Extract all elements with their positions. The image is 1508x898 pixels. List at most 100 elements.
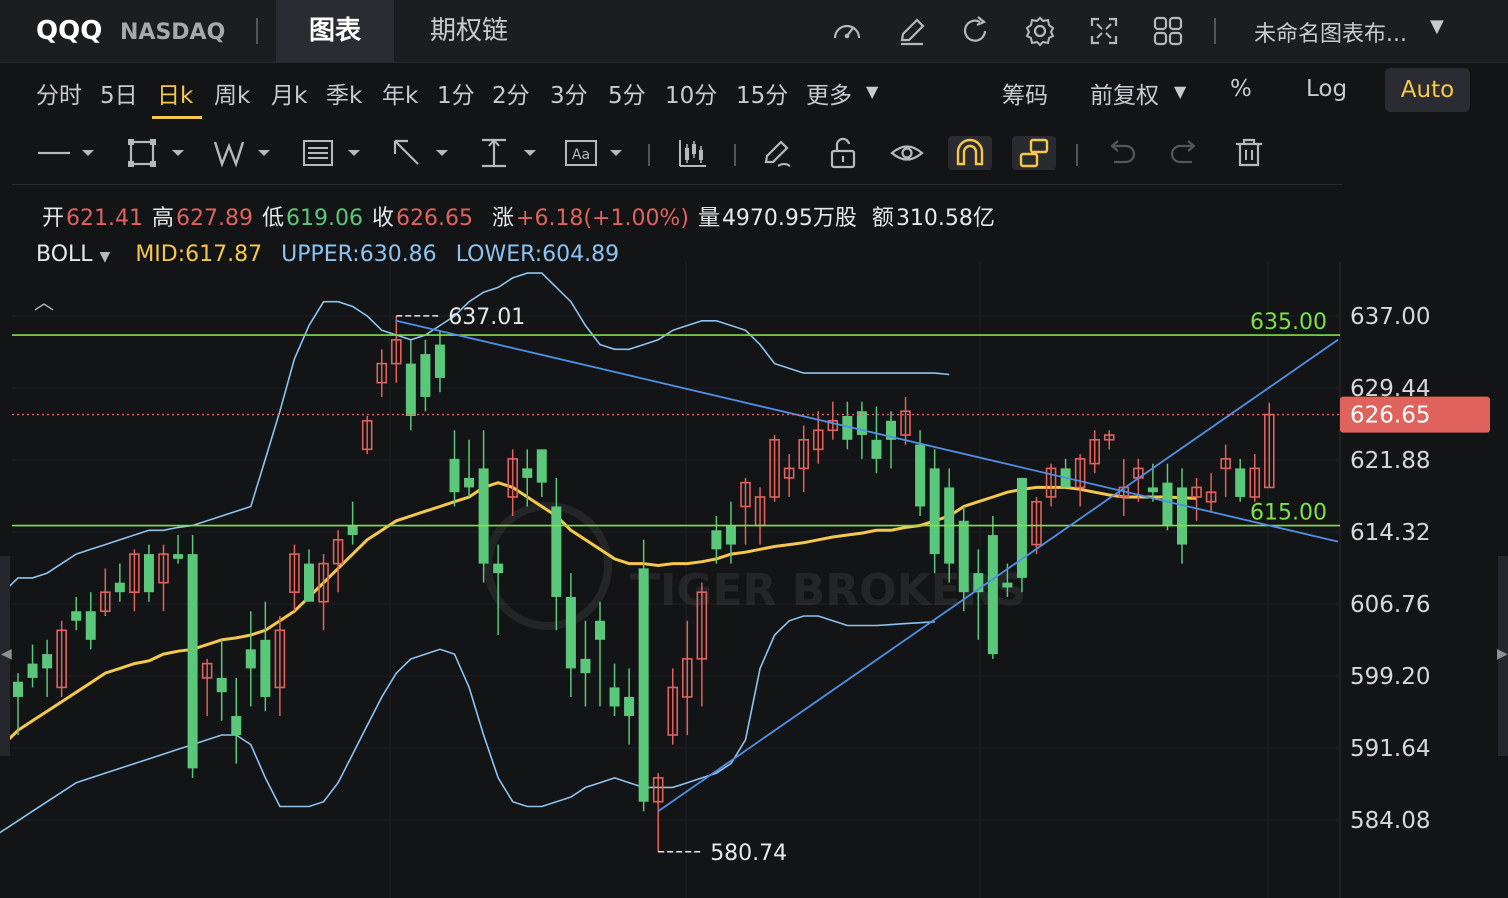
high-label: 高 (152, 206, 175, 231)
candle-body (478, 468, 489, 564)
candle-body (71, 611, 82, 621)
change-value: +6.18(+1.00%) (516, 206, 689, 231)
period-quarterly[interactable]: 季k (326, 76, 362, 110)
redo-icon[interactable] (1168, 136, 1202, 170)
candle-body (85, 611, 96, 640)
candle-body (609, 687, 620, 707)
indicator-name[interactable]: BOLL (36, 242, 93, 267)
candle-body (231, 716, 242, 736)
y-tick-label: 591.64 (1350, 736, 1430, 762)
period-more[interactable]: 更多 (806, 76, 852, 110)
period-yearly[interactable]: 年k (382, 76, 418, 110)
chevron-right-icon[interactable]: ▶ (1497, 646, 1508, 662)
link-icon[interactable] (1012, 136, 1056, 170)
rectangle-tool-icon[interactable] (126, 136, 188, 170)
layout-name-dropdown[interactable]: 未命名图表布... (1254, 16, 1407, 48)
period-3min[interactable]: 3分 (550, 76, 588, 110)
candle-body (507, 458, 519, 498)
candle-body (260, 639, 271, 697)
candle-body (1162, 482, 1173, 526)
chevron-down-icon[interactable]: ▼ (866, 82, 878, 101)
trash-icon[interactable] (1232, 136, 1266, 170)
candle-body (958, 520, 969, 593)
candle-body (1045, 467, 1057, 498)
candle-body (143, 554, 154, 593)
tab-chart[interactable]: 图表 (276, 0, 394, 62)
period-5d[interactable]: 5日 (100, 76, 138, 110)
undo-icon[interactable] (1104, 136, 1138, 170)
symbol-ticker[interactable]: QQQ (36, 16, 102, 46)
trend-line (657, 339, 1339, 812)
candle-body (114, 582, 125, 593)
log-toggle[interactable]: Log (1306, 76, 1347, 102)
y-tick-label: 606.76 (1350, 592, 1430, 618)
arrow-tool-icon[interactable] (390, 136, 452, 170)
magnet-icon[interactable] (948, 136, 992, 170)
collapse-icon[interactable]: ︿ (34, 286, 54, 315)
period-10min[interactable]: 10分 (665, 76, 717, 110)
last-price-label: 626.65 (1350, 403, 1430, 429)
candle-body (754, 496, 766, 527)
candle-type-icon[interactable] (676, 136, 710, 170)
candle-body (201, 662, 213, 679)
candle-body (1205, 491, 1217, 503)
tab-option-chain[interactable]: 期权链 (410, 0, 528, 62)
chips-button[interactable]: 筹码 (1002, 76, 1048, 110)
brush-icon[interactable] (760, 136, 794, 170)
period-1min[interactable]: 1分 (437, 76, 475, 110)
refresh-icon[interactable] (958, 14, 992, 48)
period-intraday[interactable]: 分时 (36, 76, 82, 110)
high-marker-label: 637.01 (448, 305, 525, 330)
candle-body (798, 439, 810, 470)
candle-body (100, 591, 111, 613)
candle-body (1002, 582, 1013, 588)
settings-icon[interactable] (1023, 14, 1057, 48)
chevron-down-icon[interactable]: ▼ (1174, 82, 1186, 101)
open-value: 621.41 (66, 206, 143, 231)
chevron-down-icon[interactable]: ▼ (1430, 16, 1444, 37)
fullscreen-icon[interactable] (1087, 14, 1121, 48)
top-bar: QQQ NASDAQ 图表 期权链 未命名图表布... ▼ (0, 0, 1508, 63)
candle-body (929, 468, 940, 555)
chevron-down-icon[interactable]: ▼ (100, 249, 111, 265)
boll-lower-line (0, 615, 935, 834)
auto-toggle[interactable]: Auto (1385, 68, 1470, 112)
close-label: 收 (372, 206, 395, 231)
period-weekly[interactable]: 周k (214, 76, 250, 110)
pencil-icon[interactable] (895, 14, 929, 48)
text-tool-icon[interactable]: Aa (564, 136, 626, 170)
period-monthly[interactable]: 月k (271, 76, 307, 110)
candle-body (361, 419, 373, 451)
grid-layout-icon[interactable] (1151, 14, 1185, 48)
wave-tool-icon[interactable] (212, 136, 274, 170)
candle-body (681, 658, 693, 698)
candle-body (1147, 487, 1158, 493)
gauge-icon[interactable] (830, 14, 864, 48)
line-tool-icon[interactable] (36, 136, 98, 170)
candle-body (347, 525, 358, 536)
period-daily[interactable]: 日k (157, 76, 193, 110)
candle-body (1191, 486, 1202, 498)
divider (648, 144, 650, 166)
chevron-left-icon[interactable]: ◀ (1, 646, 12, 662)
candle-body (565, 596, 576, 669)
period-2min[interactable]: 2分 (492, 76, 530, 110)
unlock-icon[interactable] (826, 136, 860, 170)
eye-icon[interactable] (890, 136, 924, 170)
candle-body (274, 629, 286, 689)
candle-body (551, 506, 562, 597)
measure-tool-icon[interactable] (478, 136, 540, 170)
divider (734, 144, 736, 166)
divider (1214, 18, 1216, 44)
divider (1076, 144, 1078, 166)
candle-body (187, 554, 198, 769)
fibonacci-tool-icon[interactable] (302, 136, 364, 170)
period-5min[interactable]: 5分 (608, 76, 646, 110)
adjust-dropdown[interactable]: 前复权 (1090, 76, 1159, 110)
low-label: 低 (262, 206, 285, 231)
period-15min[interactable]: 15分 (736, 76, 788, 110)
exchange-label: NASDAQ (120, 20, 226, 45)
boll-mid-value: MID:617.87 (135, 242, 263, 267)
candle-body (464, 477, 475, 488)
percent-toggle[interactable]: % (1230, 76, 1252, 102)
